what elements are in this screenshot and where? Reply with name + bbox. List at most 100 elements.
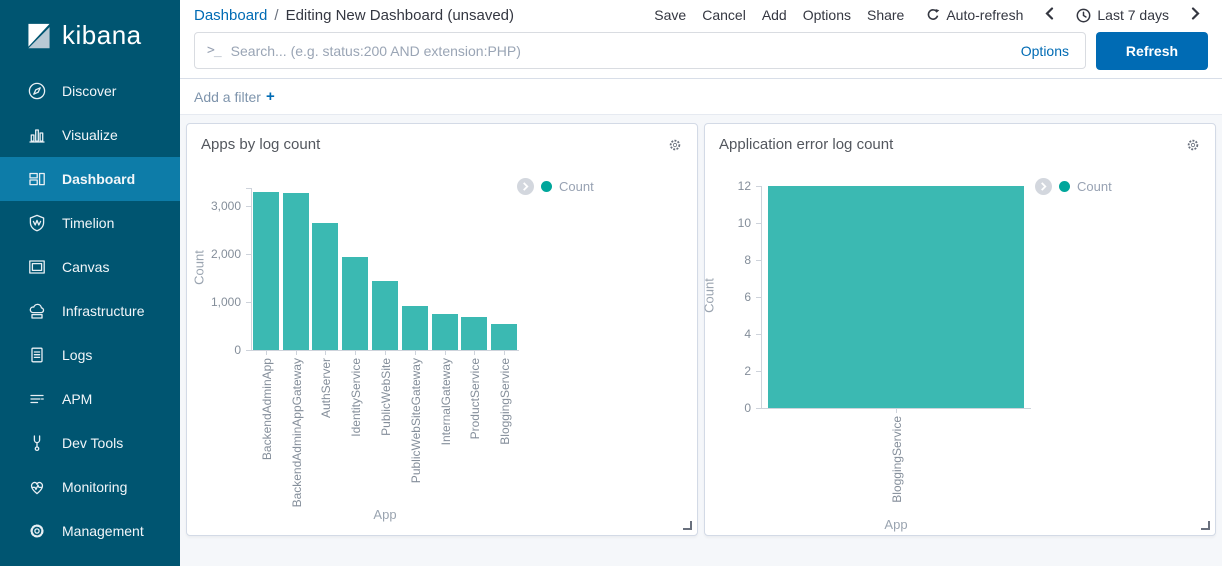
shield-icon — [27, 213, 47, 233]
x-tick-label: BloggingService — [761, 416, 1031, 511]
panel-resize-handle[interactable] — [1201, 521, 1210, 530]
brand-name: kibana — [62, 20, 142, 51]
bar-IdentityService[interactable] — [342, 257, 368, 350]
main-area: Dashboard / Editing New Dashboard (unsav… — [180, 0, 1222, 566]
x-tick-label: PublicWebSite — [370, 358, 400, 501]
sidebar-item-label: Discover — [62, 83, 116, 99]
bar-BloggingService[interactable] — [768, 186, 1024, 408]
y-tick — [756, 408, 761, 409]
terminal-icon: >_ — [207, 43, 221, 58]
share-button[interactable]: Share — [859, 3, 912, 27]
x-tick — [504, 351, 505, 355]
y-axis-title: Count — [702, 266, 717, 326]
search-box: >_ Options — [194, 32, 1086, 69]
top-menu: SaveCancelAddOptionsShare Auto-refresh — [646, 3, 1208, 27]
cancel-button[interactable]: Cancel — [694, 3, 754, 27]
search-input[interactable] — [231, 43, 1017, 59]
bar-PublicWebSite[interactable] — [372, 281, 398, 350]
x-axis-title: App — [251, 507, 519, 522]
sidebar-item-label: Canvas — [62, 259, 109, 275]
x-tick — [896, 409, 897, 413]
sidebar-item-discover[interactable]: Discover — [0, 69, 180, 113]
chevron-left-icon — [1045, 7, 1054, 20]
bar-BackendAdminApp[interactable] — [253, 192, 279, 350]
query-options-link[interactable]: Options — [1017, 43, 1073, 59]
sidebar-item-label: Timelion — [62, 215, 114, 231]
chevron-right-icon — [1191, 7, 1200, 20]
panel-resize-handle[interactable] — [683, 521, 692, 530]
x-tick-label: PublicWebSiteGateway — [400, 358, 430, 501]
y-tick — [246, 188, 251, 189]
sidebar-item-dev-tools[interactable]: Dev Tools — [0, 421, 180, 465]
wrench-icon — [27, 433, 47, 453]
dashboard-grid: Apps by log countCount01,0002,0003,000Ba… — [180, 115, 1222, 566]
x-tick-label: BackendAdminApp — [251, 358, 281, 501]
dashboard-panel-1: Apps by log countCount01,0002,0003,000Ba… — [186, 123, 698, 536]
y-axis-line — [761, 186, 762, 408]
breadcrumb-separator: / — [274, 7, 278, 24]
x-tick — [266, 351, 267, 355]
breadcrumb-row: Dashboard / Editing New Dashboard (unsav… — [180, 0, 1222, 30]
x-tick-label: AuthServer — [311, 358, 341, 501]
x-tick — [296, 351, 297, 355]
clock-icon — [1076, 8, 1091, 23]
refresh-icon — [926, 8, 940, 22]
bar-BackendAdminAppGateway[interactable] — [283, 193, 309, 350]
y-tick-label: 12 — [705, 179, 751, 193]
bar-AuthServer[interactable] — [312, 223, 338, 350]
x-tick — [445, 351, 446, 355]
cloud-server-icon — [27, 301, 47, 321]
breadcrumb-current: Editing New Dashboard (unsaved) — [286, 7, 514, 24]
lines-icon — [27, 389, 47, 409]
add-button[interactable]: Add — [754, 3, 795, 27]
add-filter-button[interactable]: Add a filter + — [194, 88, 275, 105]
y-tick — [756, 297, 761, 298]
sidebar-item-timelion[interactable]: Timelion — [0, 201, 180, 245]
y-tick-label: 0 — [705, 401, 751, 415]
sidebar-item-label: Logs — [62, 347, 92, 363]
sidebar-item-infrastructure[interactable]: Infrastructure — [0, 289, 180, 333]
y-tick-label: 3,000 — [195, 199, 241, 213]
x-tick — [355, 351, 356, 355]
breadcrumb-dashboard-link[interactable]: Dashboard — [194, 7, 267, 24]
save-button[interactable]: Save — [646, 3, 694, 27]
chart-area: 01,0002,0003,000BackendAdminAppBackendAd… — [187, 124, 697, 535]
time-back-button[interactable] — [1037, 3, 1062, 27]
y-axis-title: Count — [192, 238, 207, 298]
chart-area: 024681012BloggingServiceCountApp — [705, 124, 1215, 535]
sidebar-item-logs[interactable]: Logs — [0, 333, 180, 377]
frame-icon — [27, 257, 47, 277]
y-tick — [756, 223, 761, 224]
sidebar-item-canvas[interactable]: Canvas — [0, 245, 180, 289]
sidebar-item-visualize[interactable]: Visualize — [0, 113, 180, 157]
options-button[interactable]: Options — [795, 3, 859, 27]
sidebar-item-apm[interactable]: APM — [0, 377, 180, 421]
x-axis-title: App — [761, 517, 1031, 532]
time-forward-button[interactable] — [1183, 3, 1208, 27]
kibana-app: kibana Discover Visualize Dashboard Timelio… — [0, 0, 1222, 566]
bar-ProductService[interactable] — [461, 317, 487, 350]
x-tick — [415, 351, 416, 355]
bar-BloggingService[interactable] — [491, 324, 517, 350]
refresh-button[interactable]: Refresh — [1096, 32, 1208, 70]
breadcrumb: Dashboard / Editing New Dashboard (unsav… — [194, 7, 514, 24]
x-tick-label: IdentityService — [340, 358, 370, 501]
bar-InternalGateway[interactable] — [432, 314, 458, 350]
y-axis-line — [251, 188, 252, 350]
y-tick — [246, 206, 251, 207]
sidebar-item-management[interactable]: Management — [0, 509, 180, 553]
document-lines-icon — [27, 345, 47, 365]
dashboard-panel-2: Application error log countCount02468101… — [704, 123, 1216, 536]
sidebar-item-label: Visualize — [62, 127, 118, 143]
time-range-button[interactable]: Last 7 days — [1070, 3, 1175, 27]
sidebar-item-label: Dashboard — [62, 171, 135, 187]
sidebar-item-dashboard[interactable]: Dashboard — [0, 157, 180, 201]
sidebar-item-monitoring[interactable]: Monitoring — [0, 465, 180, 509]
y-tick-label: 4 — [705, 327, 751, 341]
kibana-logo[interactable]: kibana — [0, 0, 180, 69]
y-tick — [756, 371, 761, 372]
auto-refresh-button[interactable]: Auto-refresh — [920, 3, 1029, 27]
y-tick — [246, 254, 251, 255]
sidebar-item-label: Dev Tools — [62, 435, 123, 451]
bar-PublicWebSiteGateway[interactable] — [402, 306, 428, 350]
